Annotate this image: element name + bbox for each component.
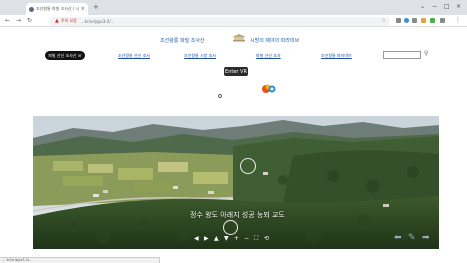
puzzle-icon[interactable]	[440, 18, 445, 23]
security-label[interactable]: 주의 요함	[61, 18, 77, 24]
hotspot-marker[interactable]	[240, 158, 256, 174]
search-icon[interactable]: ⚲	[424, 50, 428, 57]
menu-kebab-icon[interactable]: ⋮	[455, 16, 461, 24]
previous-scene-icon[interactable]: ⬅	[394, 233, 402, 243]
browser-tab-strip: 조선왕릉 파빌 조사산 / 시... × + ⌄ − □ ×	[0, 0, 467, 15]
maximize-button[interactable]: □	[444, 3, 450, 11]
new-tab-button[interactable]: +	[93, 3, 99, 11]
site-title-right: 시방의 제야의 파라미브	[250, 38, 300, 44]
next-scene-icon[interactable]: ➡	[422, 233, 430, 243]
search-input[interactable]	[383, 51, 421, 59]
forward-icon[interactable]: →	[16, 17, 21, 25]
extension-icon[interactable]	[396, 18, 401, 23]
tab-search-icon[interactable]: ⌄	[420, 3, 425, 11]
gyroscope-icon[interactable]	[260, 82, 278, 96]
fullscreen-icon[interactable]: ⛶	[254, 235, 258, 243]
palace-logo-icon	[232, 34, 246, 42]
url-text[interactable]: ...kr/vr/pyo3-2/...	[81, 19, 115, 24]
tab-close-icon[interactable]: ×	[81, 6, 85, 12]
menu-item-3[interactable]: 조선왕릉 시방 조사	[184, 53, 216, 59]
extension-icon[interactable]	[412, 18, 417, 23]
tab-title: 조선왕릉 파빌 조사산 / 시...	[36, 6, 79, 11]
status-bar: ... kr/vr/pyo3-2/...	[0, 257, 160, 263]
pan-right-icon[interactable]: ▶	[204, 235, 209, 243]
menu-item-4[interactable]: 파빌 산신 조사	[256, 53, 281, 59]
browser-tab[interactable]: 조선왕릉 파빌 조사산 / 시... ×	[26, 3, 88, 15]
zoom-in-icon[interactable]: +	[234, 235, 239, 243]
autorotate-icon[interactable]: ⟲	[264, 235, 269, 243]
pan-left-icon[interactable]: ◀	[194, 235, 199, 243]
close-window-button[interactable]: ×	[456, 3, 461, 11]
bookmark-star-icon[interactable]: ☆	[382, 18, 386, 24]
warning-icon[interactable]: ▲	[55, 18, 59, 24]
hotspot-marker[interactable]	[223, 220, 238, 235]
site-header: 조선왕릉 파빌 조사산 시방의 제야의 파라미브 파빌 산신 조사산 vr 조선…	[0, 27, 467, 67]
minimize-button[interactable]: −	[432, 3, 437, 11]
browser-toolbar: ← → ↻ ▲ 주의 요함 ...kr/vr/pyo3-2/... ☆ ⋮	[0, 15, 467, 27]
menu-item-2[interactable]: 조선왕릉 산신 조사	[118, 53, 150, 59]
address-bar[interactable]: ▲ 주의 요함 ...kr/vr/pyo3-2/... ☆	[49, 16, 390, 26]
extension-icon[interactable]	[421, 18, 426, 23]
reload-icon[interactable]: ↻	[27, 17, 32, 25]
enter-vr-button[interactable]: Enter VR	[224, 67, 248, 76]
menu-item-5[interactable]: 조선왕릉 파라미브	[321, 53, 352, 59]
edit-scene-icon[interactable]: ✎	[408, 233, 416, 243]
extension-icon[interactable]	[430, 18, 435, 23]
pan-up-icon[interactable]: ▲	[214, 235, 219, 243]
pan-down-icon[interactable]: ▼	[224, 235, 229, 243]
site-title-left: 조선왕릉 파빌 조사산	[160, 38, 205, 44]
loading-indicator-icon	[218, 94, 222, 98]
back-icon[interactable]: ←	[5, 17, 10, 25]
menu-item-vr[interactable]: 파빌 산신 조사산 vr	[45, 51, 85, 60]
panorama-caption: 정수 왕도 아래지 성공 능뫼 교도	[190, 211, 285, 219]
zoom-out-icon[interactable]: −	[244, 235, 249, 243]
extension-icon[interactable]	[404, 18, 409, 23]
favicon-icon	[29, 6, 34, 12]
